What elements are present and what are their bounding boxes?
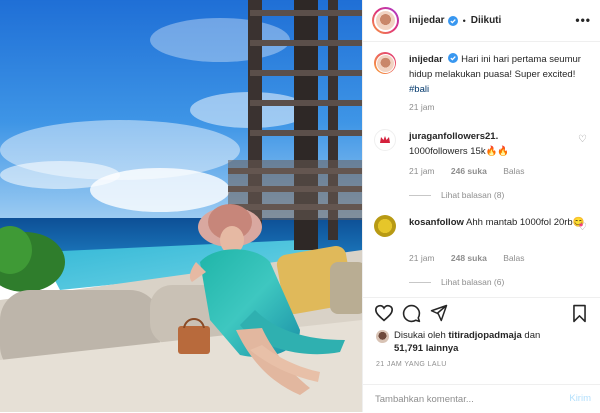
comment-time: 21 jam [409, 166, 435, 176]
post-photo[interactable] [0, 0, 362, 412]
caption-hashtag[interactable]: #bali [409, 84, 429, 95]
caption-username[interactable]: inijedar [409, 54, 443, 65]
post-timestamp: 21 JAM YANG LALU [376, 361, 447, 368]
view-replies-label: Lihat balasan (8) [441, 190, 505, 200]
post-header: inijedar • Diikuti ••• [363, 0, 600, 42]
comment-reply-button[interactable]: Balas [503, 166, 524, 176]
comment-likes[interactable]: 246 suka [451, 166, 487, 176]
comment-avatar[interactable] [374, 129, 396, 151]
liked-by-text: Disukai oleh titiradjopadmaja dan 51,791… [394, 329, 540, 355]
caption-text: inijedar Hari ini hari pertama seumur hi… [409, 52, 589, 97]
comment-meta: 21 jam 248 suka Balas [409, 253, 538, 263]
crown-logo-icon [380, 136, 390, 143]
comment-like-heart-icon[interactable]: ♡ [578, 222, 587, 233]
comment-body: Ahh mantab 1000fol 20rb😋 [466, 217, 585, 228]
following-button[interactable]: Diikuti [471, 15, 502, 26]
verified-badge-icon [447, 15, 458, 26]
comment-like-heart-icon[interactable]: ♡ [578, 134, 587, 145]
add-comment-bar: Kirim [363, 384, 600, 413]
author-avatar[interactable] [372, 7, 399, 34]
resort-pool-photo [0, 0, 362, 412]
send-comment-button[interactable]: Kirim [569, 393, 591, 404]
liked-by-prefix: Disukai oleh [394, 330, 449, 341]
liked-by: Disukai oleh titiradjopadmaja dan 51,791… [376, 329, 596, 355]
comment-body: 1000followers 15k🔥🔥 [409, 146, 510, 157]
comments-list: inijedar Hari ini hari pertama seumur hi… [363, 42, 600, 297]
comment-avatar[interactable] [374, 215, 396, 237]
verified-badge-icon [448, 53, 459, 63]
liker-avatar[interactable] [376, 330, 389, 343]
comment-time: 21 jam [409, 253, 435, 263]
caption-row: inijedar Hari ini hari pertama seumur hi… [374, 52, 589, 97]
comment-text: juraganfollowers21. 1000followers 15k🔥🔥 [409, 129, 589, 159]
action-icons [374, 304, 594, 324]
comment-bubble-icon[interactable] [402, 304, 421, 323]
caption-meta: 21 jam [409, 102, 449, 112]
view-replies-button[interactable]: Lihat balasan (6) [409, 277, 504, 287]
comment-likes[interactable]: 248 suka [451, 253, 487, 263]
header-separator: • [462, 15, 466, 26]
comment-reply-button[interactable]: Balas [503, 253, 524, 263]
comment-item: juraganfollowers21. 1000followers 15k🔥🔥 [374, 129, 589, 159]
caption-time: 21 jam [409, 102, 435, 112]
comment-username[interactable]: kosanfollow [409, 217, 464, 228]
likes-suffix[interactable]: lainnya [423, 343, 459, 354]
comment-username[interactable]: juraganfollowers21. [409, 131, 498, 142]
like-heart-icon[interactable] [374, 304, 394, 322]
comment-item: kosanfollow Ahh mantab 1000fol 20rb😋 [374, 215, 589, 237]
liked-by-and: dan [521, 330, 541, 341]
add-comment-input[interactable] [375, 391, 545, 407]
caption-avatar[interactable] [374, 52, 396, 74]
author-username[interactable]: inijedar [409, 15, 445, 26]
liked-by-user[interactable]: titiradjopadmaja [448, 330, 521, 341]
post-side-panel: inijedar • Diikuti ••• inijedar Hari ini… [362, 0, 600, 412]
save-bookmark-icon[interactable] [571, 304, 588, 323]
post-actions: Disukai oleh titiradjopadmaja dan 51,791… [363, 297, 600, 412]
view-replies-label: Lihat balasan (6) [441, 277, 505, 287]
share-send-icon[interactable] [430, 304, 448, 322]
likes-count[interactable]: 51,791 [394, 343, 423, 354]
instagram-post: inijedar • Diikuti ••• inijedar Hari ini… [0, 0, 600, 412]
more-options-icon[interactable]: ••• [575, 13, 591, 27]
comment-meta: 21 jam 246 suka Balas [409, 166, 538, 176]
comment-text: kosanfollow Ahh mantab 1000fol 20rb😋 [409, 215, 589, 237]
view-replies-button[interactable]: Lihat balasan (8) [409, 190, 504, 200]
